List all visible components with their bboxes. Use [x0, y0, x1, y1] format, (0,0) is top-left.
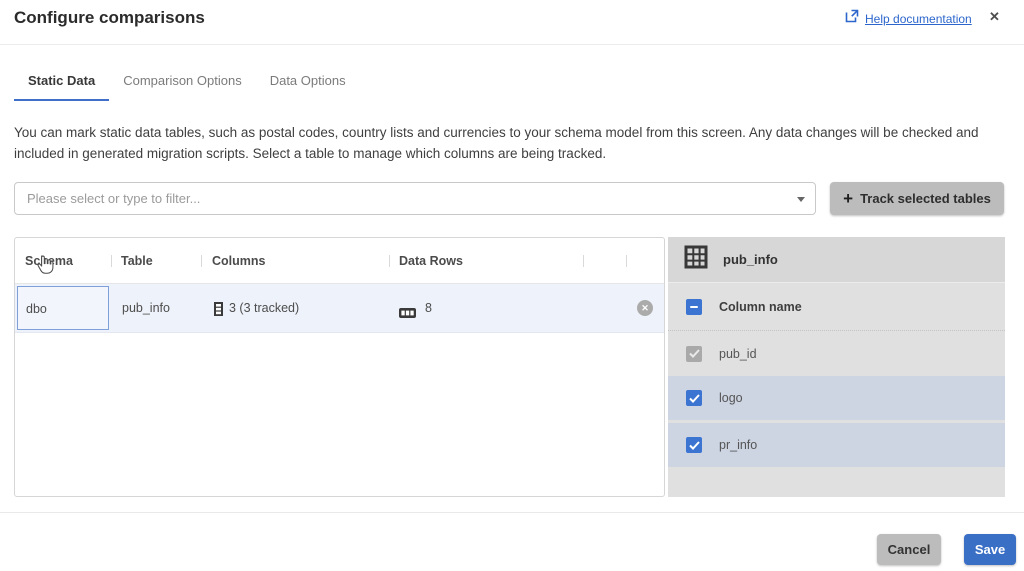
column-separator	[583, 255, 584, 267]
cell-columns-count: 3 (3 tracked)	[229, 301, 300, 315]
column-header-table[interactable]: Table	[121, 238, 153, 284]
column-separator	[111, 255, 112, 267]
checkbox-pub-id	[686, 345, 702, 362]
panel-header: pub_info	[668, 237, 1005, 283]
help-documentation-link[interactable]: Help documentation	[845, 9, 972, 28]
tracked-columns-panel: pub_info Column name pub_id logo pr_info	[668, 237, 1005, 497]
select-all-checkbox[interactable]	[686, 298, 702, 315]
column-header-schema[interactable]: Schema	[25, 238, 73, 284]
column-separator	[389, 255, 390, 267]
column-separator	[626, 255, 627, 267]
checkbox-logo[interactable]	[686, 390, 702, 406]
page-title: Configure comparisons	[14, 8, 205, 27]
table-filter-input[interactable]	[14, 182, 816, 215]
tab-data-options[interactable]: Data Options	[256, 60, 360, 101]
columns-icon	[214, 302, 223, 321]
footer-divider	[0, 512, 1024, 513]
tab-static-data[interactable]: Static Data	[14, 60, 110, 101]
column-separator	[201, 255, 202, 267]
column-list-header: Column name	[668, 283, 1005, 331]
data-rows-icon	[399, 305, 416, 323]
tab-bar: Static Data Comparison Options Data Opti…	[14, 60, 360, 101]
list-item: pub_id	[668, 331, 1005, 376]
external-link-icon	[845, 9, 859, 28]
static-data-table: Schema Table Columns Data Rows dbo pub_i…	[14, 237, 665, 497]
chevron-down-icon[interactable]	[797, 197, 805, 202]
table-header-row: Schema Table Columns Data Rows	[15, 238, 664, 284]
list-item[interactable]: pr_info	[668, 423, 1005, 467]
close-icon[interactable]: ✕	[989, 9, 1000, 25]
column-item-label: pr_info	[719, 438, 758, 452]
list-item[interactable]: logo	[668, 376, 1005, 420]
configure-comparisons-dialog: Configure comparisons Help documentation…	[0, 0, 1024, 571]
help-link-label: Help documentation	[865, 11, 972, 26]
panel-table-title: pub_info	[723, 252, 778, 267]
column-header-data-rows[interactable]: Data Rows	[399, 238, 463, 284]
track-selected-tables-button[interactable]: + Track selected tables	[830, 182, 1004, 215]
remove-table-icon[interactable]: ✕	[637, 300, 653, 316]
save-button[interactable]: Save	[964, 534, 1016, 565]
track-button-label: Track selected tables	[860, 191, 991, 206]
column-list-header-label: Column name	[719, 299, 802, 314]
header-divider	[0, 44, 1024, 45]
description-text: You can mark static data tables, such as…	[14, 125, 979, 161]
checkbox-pr-info[interactable]	[686, 437, 702, 453]
table-grid-icon	[684, 245, 708, 274]
table-row[interactable]: dbo pub_info 3 (3 tracked) 8 ✕	[15, 284, 664, 333]
column-header-columns[interactable]: Columns	[212, 238, 265, 284]
cell-table[interactable]: pub_info	[122, 284, 170, 332]
cancel-button[interactable]: Cancel	[877, 534, 941, 565]
plus-icon: +	[843, 189, 854, 208]
column-item-label: pub_id	[719, 346, 757, 361]
tab-comparison-options[interactable]: Comparison Options	[109, 60, 256, 101]
column-item-label: logo	[719, 391, 743, 405]
cell-schema[interactable]: dbo	[17, 286, 109, 330]
cell-data-rows-count: 8	[425, 301, 432, 315]
